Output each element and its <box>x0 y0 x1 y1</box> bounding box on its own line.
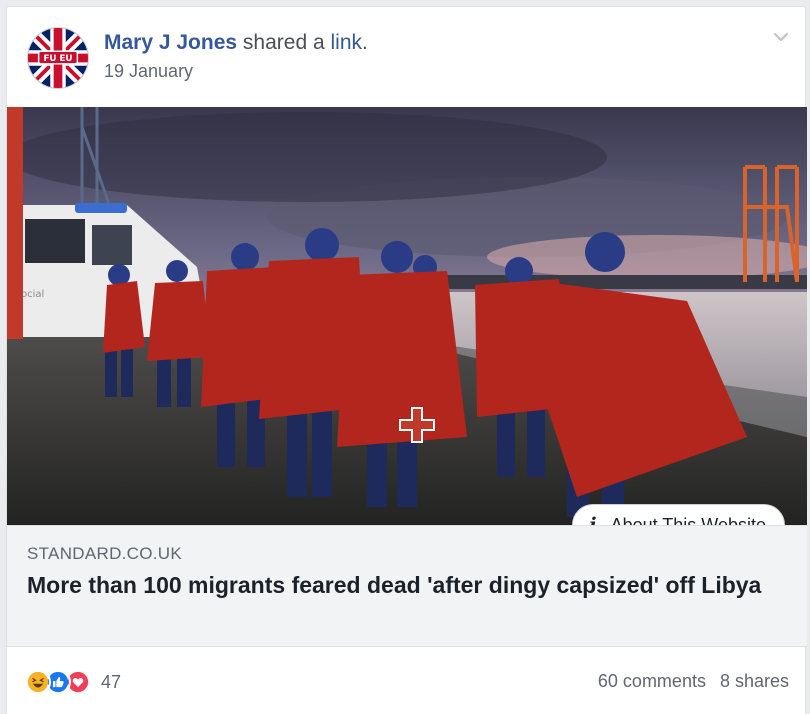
author-name-link[interactable]: Mary J Jones <box>104 31 237 54</box>
author-line: Mary J Jones shared a link. <box>104 29 368 57</box>
union-jack-avatar-image: FU EU <box>28 28 88 88</box>
shares-count-link[interactable]: 8 shares <box>720 671 789 692</box>
action-text: shared a <box>237 31 331 54</box>
link-preview-image[interactable]: ocial <box>7 107 807 525</box>
engagement-bar: 47 60 comments 8 shares <box>7 647 807 714</box>
shared-link-word[interactable]: link <box>330 31 362 54</box>
van-side-text: ocial <box>21 289 44 300</box>
chevron-down-icon[interactable] <box>769 25 793 49</box>
link-preview-caption[interactable]: STANDARD.CO.UK More than 100 migrants fe… <box>7 525 807 647</box>
engagement-counts: 60 comments 8 shares <box>598 671 789 692</box>
post-card: FU EU Mary J Jones shared a link. 19 Jan… <box>6 6 807 714</box>
reaction-count: 47 <box>101 671 122 692</box>
post-timestamp[interactable]: 19 January <box>104 61 193 82</box>
link-headline[interactable]: More than 100 migrants feared dead 'afte… <box>27 570 767 601</box>
action-period: . <box>362 31 368 54</box>
post-header: FU EU Mary J Jones shared a link. 19 Jan… <box>7 7 807 107</box>
haha-icon <box>25 669 51 695</box>
reactions-summary[interactable]: 47 <box>25 669 121 695</box>
link-domain: STANDARD.CO.UK <box>27 544 183 563</box>
avatar[interactable]: FU EU <box>27 27 89 89</box>
comments-count-link[interactable]: 60 comments <box>598 671 706 692</box>
migrants-photo: ocial <box>7 107 807 525</box>
avatar-badge-text: FU EU <box>43 54 72 64</box>
